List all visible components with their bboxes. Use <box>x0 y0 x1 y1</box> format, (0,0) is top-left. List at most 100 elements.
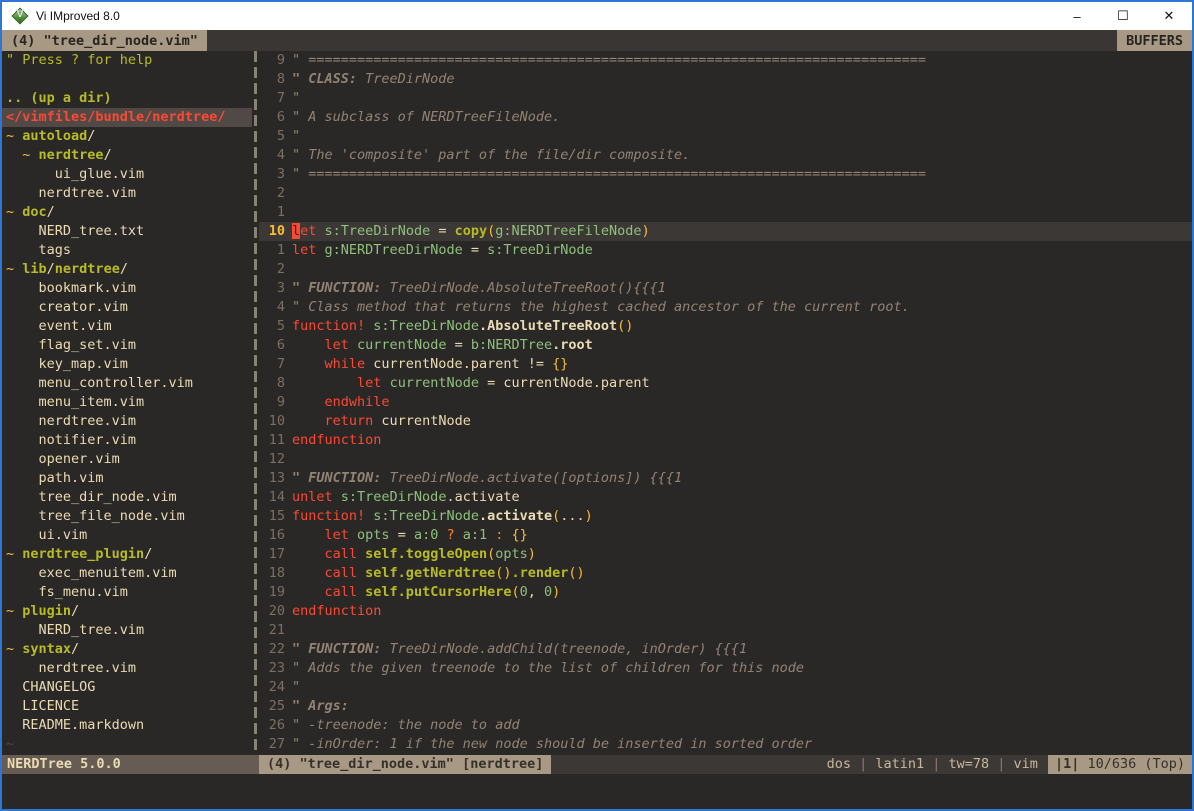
tree-item[interactable]: notifier.vim <box>2 431 252 450</box>
code-line[interactable]: 1 <box>259 203 1192 222</box>
code-line[interactable]: 8" CLASS: TreeDirNode <box>259 70 1192 89</box>
code-line[interactable]: 17 call self.toggleOpen(opts) <box>259 545 1192 564</box>
tree-item[interactable]: bookmark.vim <box>2 279 252 298</box>
statusline-position: |1| 10/636 (Top) <box>1048 755 1192 774</box>
code-line[interactable]: 7" <box>259 89 1192 108</box>
code-line[interactable]: 3" FUNCTION: TreeDirNode.AbsoluteTreeRoo… <box>259 279 1192 298</box>
code-line[interactable]: 10 return currentNode <box>259 412 1192 431</box>
code-line[interactable]: 5 function! s:TreeDirNode.AbsoluteTreeRoo… <box>259 317 1192 336</box>
tree-item[interactable]: opener.vim <box>2 450 252 469</box>
statusline: NERDTree 5.0.0 (4) "tree_dir_node.vim" [… <box>2 755 1192 774</box>
code-line[interactable]: 10let s:TreeDirNode = copy(g:NERDTreeFil… <box>259 222 1192 241</box>
tree-item[interactable]: ui.vim <box>2 526 252 545</box>
code-line[interactable]: 15function! s:TreeDirNode.activate(...) <box>259 507 1192 526</box>
tree-item[interactable]: ui_glue.vim <box>2 165 252 184</box>
code-line[interactable]: 21 <box>259 621 1192 640</box>
code-text: " Adds the given treenode to the list of… <box>292 659 1192 678</box>
code-line[interactable]: 18 call self.getNerdtree().render() <box>259 564 1192 583</box>
code-line[interactable]: 9 endwhile <box>259 393 1192 412</box>
line-number: 5 <box>259 127 285 146</box>
statusline-flag: vim <box>1014 756 1038 772</box>
tree-item[interactable]: LICENCE <box>2 697 252 716</box>
tree-item[interactable]: nerdtree.vim <box>2 412 252 431</box>
code-line[interactable]: 25" Args: <box>259 697 1192 716</box>
code-line[interactable]: 3" =====================================… <box>259 165 1192 184</box>
code-line[interactable]: 2 <box>259 184 1192 203</box>
code-line[interactable]: 1let g:NERDTreeDirNode = s:TreeDirNode <box>259 241 1192 260</box>
tree-item[interactable]: " Press ? for help <box>2 51 252 70</box>
tree-item[interactable]: </vimfiles/bundle/nerdtree/ <box>2 108 252 127</box>
code-line[interactable]: 11endfunction <box>259 431 1192 450</box>
statusline-flags: dos | latin1 | tw=78 | vim <box>827 755 1048 774</box>
minimize-button[interactable]: – <box>1054 2 1100 30</box>
tree-item[interactable]: NERD_tree.vim <box>2 621 252 640</box>
code-text: let currentNode = b:NERDTree.root <box>292 336 1192 355</box>
code-line[interactable]: 12 <box>259 450 1192 469</box>
code-line[interactable]: 7 while currentNode.parent != {} <box>259 355 1192 374</box>
tree-item[interactable] <box>2 70 252 89</box>
tree-item[interactable]: fs_menu.vim <box>2 583 252 602</box>
tree-item[interactable]: flag_set.vim <box>2 336 252 355</box>
line-number: 24 <box>259 678 285 697</box>
code-text: let s:TreeDirNode = copy(g:NERDTreeFileN… <box>292 222 1192 241</box>
tree-item[interactable]: NERD_tree.txt <box>2 222 252 241</box>
tree-item[interactable]: menu_controller.vim <box>2 374 252 393</box>
tree-item[interactable]: tags <box>2 241 252 260</box>
tree-item[interactable]: event.vim <box>2 317 252 336</box>
code-line[interactable]: 9" =====================================… <box>259 51 1192 70</box>
code-line[interactable]: 6" A subclass of NERDTreeFileNode. <box>259 108 1192 127</box>
code-line[interactable]: 6 let currentNode = b:NERDTree.root <box>259 336 1192 355</box>
code-text: " <box>292 127 1192 146</box>
tree-item[interactable]: exec_menuitem.vim <box>2 564 252 583</box>
code-text: " The 'composite' part of the file/dir c… <box>292 146 1192 165</box>
code-text <box>292 184 1192 203</box>
line-number: 22 <box>259 640 285 659</box>
code-text: " A subclass of NERDTreeFileNode. <box>292 108 1192 127</box>
tree-item[interactable]: README.markdown <box>2 716 252 735</box>
tree-item[interactable]: ~ nerdtree_plugin/ <box>2 545 252 564</box>
tree-item[interactable]: ~ nerdtree/ <box>2 146 252 165</box>
tree-item[interactable]: CHANGELOG <box>2 678 252 697</box>
line-number: 27 <box>259 735 285 754</box>
code-line[interactable]: 14unlet s:TreeDirNode.activate <box>259 488 1192 507</box>
tree-item[interactable]: ~ doc/ <box>2 203 252 222</box>
tree-item[interactable]: key_map.vim <box>2 355 252 374</box>
tree-item[interactable]: ~ <box>2 735 252 754</box>
tree-item[interactable]: tree_file_node.vim <box>2 507 252 526</box>
code-line[interactable]: 19 call self.putCursorHere(0, 0) <box>259 583 1192 602</box>
line-number: 20 <box>259 602 285 621</box>
tree-item[interactable]: ~ lib/nerdtree/ <box>2 260 252 279</box>
window-separator[interactable] <box>254 51 257 755</box>
tree-item[interactable]: path.vim <box>2 469 252 488</box>
code-line[interactable]: 26" -treenode: the node to add <box>259 716 1192 735</box>
close-button[interactable]: ✕ <box>1146 2 1192 30</box>
tree-item[interactable]: nerdtree.vim <box>2 659 252 678</box>
line-number: 5 <box>259 317 285 336</box>
code-line[interactable]: 27 " -inOrder: 1 if the new node should b… <box>259 735 1192 754</box>
code-text: " <box>292 89 1192 108</box>
tree-item[interactable]: ~ plugin/ <box>2 602 252 621</box>
code-line[interactable]: 23" Adds the given treenode to the list … <box>259 659 1192 678</box>
tree-item[interactable]: tree_dir_node.vim <box>2 488 252 507</box>
code-text: " -inOrder: 1 if the new node should be … <box>292 735 1192 754</box>
code-line[interactable]: 24" <box>259 678 1192 697</box>
tree-item[interactable]: .. (up a dir) <box>2 89 252 108</box>
tree-item[interactable]: creator.vim <box>2 298 252 317</box>
code-line[interactable]: 16 let opts = a:0 ? a:1 : {} <box>259 526 1192 545</box>
code-line[interactable]: 13" FUNCTION: TreeDirNode.activate([opti… <box>259 469 1192 488</box>
code-text: endfunction <box>292 431 1192 450</box>
tab-active[interactable]: (4) "tree_dir_node.vim" <box>2 30 207 51</box>
code-line[interactable]: 20endfunction <box>259 602 1192 621</box>
code-line[interactable]: 8 let currentNode = currentNode.parent <box>259 374 1192 393</box>
tree-item[interactable]: menu_item.vim <box>2 393 252 412</box>
tree-item[interactable]: ~ autoload/ <box>2 127 252 146</box>
code-line[interactable]: 5" <box>259 127 1192 146</box>
code-line[interactable]: 4" The 'composite' part of the file/dir … <box>259 146 1192 165</box>
tree-item[interactable]: nerdtree.vim <box>2 184 252 203</box>
code-line[interactable]: 4" Class method that returns the highest… <box>259 298 1192 317</box>
maximize-button[interactable]: ☐ <box>1100 2 1146 30</box>
code-line[interactable]: 2 <box>259 260 1192 279</box>
code-text: function! s:TreeDirNode.AbsoluteTreeRoot… <box>292 317 1192 336</box>
tree-item[interactable]: ~ syntax/ <box>2 640 252 659</box>
code-line[interactable]: 22" FUNCTION: TreeDirNode.addChild(treen… <box>259 640 1192 659</box>
